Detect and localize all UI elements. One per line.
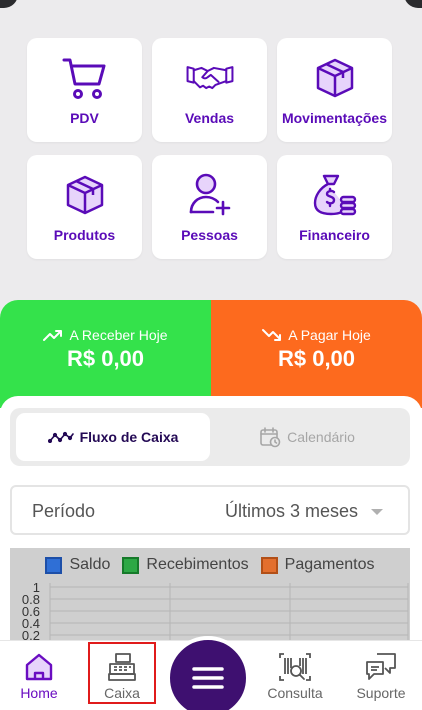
chevron-down-icon [371,509,383,515]
tab-calendar[interactable]: Calendário [210,413,404,461]
barcode-search-icon [278,651,312,683]
payable-card[interactable]: A Pagar Hoje R$ 0,00 [211,300,422,408]
payable-label: A Pagar Hoje [288,327,371,343]
trend-down-icon [262,329,282,341]
tab-cashflow-label: Fluxo de Caixa [79,429,179,445]
nav-label: Home [20,685,58,701]
menu-tile-produtos[interactable]: Produtos [27,155,142,259]
menu-tile-pessoas[interactable]: Pessoas [152,155,267,259]
tab-calendar-label: Calendário [287,429,355,445]
menu-tile-movimentacoes[interactable]: Movimentações [277,38,392,142]
receivable-value: R$ 0,00 [66,346,145,371]
period-select[interactable]: Período Últimos 3 meses [10,485,410,535]
menu-tile-label: Vendas [184,110,235,126]
nav-consulta[interactable]: Consulta [262,641,328,710]
financial-summary: A Receber Hoje R$ 0,00 A Pagar Hoje R$ 0… [0,300,422,408]
payable-value: R$ 0,00 [277,346,356,371]
tab-cashflow[interactable]: Fluxo de Caixa [16,413,210,461]
nav-label: Consulta [267,685,323,701]
menu-tile-label: Movimentações [281,110,388,126]
menu-tile-label: Produtos [53,227,116,243]
cashflow-chart: Saldo Recebimentos Pagamentos 1 0.8 0.6 … [10,548,410,644]
user-add-icon [186,171,234,219]
money-bag-icon [311,171,359,219]
view-switch: Fluxo de Caixa Calendário [10,408,410,466]
nav-label: Suporte [356,685,406,701]
home-icon [24,651,54,683]
caixa-highlight-box [88,642,156,704]
main-menu-button[interactable] [166,636,250,710]
package-icon [61,171,109,219]
box-icon [311,54,359,102]
period-label: Período [32,501,96,521]
menu-tile-label: Financeiro [299,227,370,243]
handshake-icon [186,54,234,102]
menu-tile-label: PDV [70,110,99,126]
calendar-icon [260,427,281,448]
menu-tile-vendas[interactable]: Vendas [152,38,267,142]
chart-plot [49,583,409,644]
receivable-card[interactable]: A Receber Hoje R$ 0,00 [0,300,211,408]
period-value: Últimos 3 meses [224,501,358,521]
chat-icon [365,651,397,683]
line-chart-icon [47,431,74,443]
nav-home[interactable]: Home [10,641,68,710]
menu-tile-financeiro[interactable]: Financeiro [277,155,392,259]
receivable-label: A Receber Hoje [69,327,168,343]
menu-tile-pdv[interactable]: PDV [27,38,142,142]
shopping-cart-icon [61,54,109,102]
menu-icon [192,667,224,689]
nav-suporte[interactable]: Suporte [350,641,412,710]
menu-tile-label: Pessoas [181,227,238,243]
trend-up-icon [43,330,63,341]
